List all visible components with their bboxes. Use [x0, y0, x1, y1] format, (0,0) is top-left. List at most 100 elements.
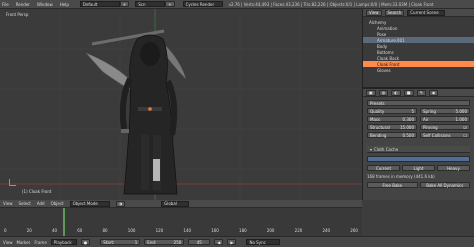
- menu-file[interactable]: File: [2, 2, 9, 7]
- footer-view[interactable]: View: [3, 240, 13, 245]
- bake-all-dynamics-button[interactable]: Bake All Dynamics: [419, 182, 470, 188]
- end-value: 250: [173, 239, 182, 245]
- pistol: [121, 129, 129, 133]
- start-frame-field[interactable]: Start: 1: [100, 239, 141, 245]
- view-label: Front Persp: [6, 12, 29, 17]
- physics-icon[interactable]: ◉: [428, 89, 439, 96]
- bending-field[interactable]: Bending 0.500: [367, 132, 417, 138]
- cache-tab-current[interactable]: Current: [367, 165, 400, 171]
- outliner-item-label: Cloak Back: [377, 55, 400, 61]
- menu-object[interactable]: Object: [51, 201, 64, 206]
- cloth-cache-title: Cloth Cache: [374, 146, 399, 152]
- cloth-cache-section[interactable]: ▾ Cloth Cache: [367, 146, 470, 153]
- pinning-toggle[interactable]: Pinning ☑: [420, 124, 470, 130]
- tick-label: 140: [183, 228, 192, 233]
- menu-view[interactable]: View: [3, 201, 13, 206]
- menu-help[interactable]: Help: [60, 2, 69, 7]
- playhead[interactable]: [63, 208, 65, 236]
- modifier-icon[interactable]: ✎: [416, 89, 426, 96]
- expand-icon: ▾: [370, 146, 373, 152]
- shading-icon[interactable]: ◑: [115, 200, 126, 207]
- mass-field[interactable]: Mass 0.300: [367, 116, 417, 122]
- spring-field[interactable]: Spring 5.000: [420, 108, 470, 114]
- object-label: (1) Cloak Front: [22, 189, 52, 194]
- checkbox-icon[interactable]: ☐: [463, 133, 467, 138]
- mass-value: 0.300: [402, 116, 414, 122]
- scene-dropdown[interactable]: Scn: [135, 1, 166, 7]
- tick-label: 220: [294, 228, 303, 233]
- tick-label: 120: [155, 228, 164, 233]
- tick-label: 200: [266, 228, 275, 233]
- structural-label: Structural: [370, 124, 390, 130]
- properties-panel: ▣ ◍ ◐ ■ ✎ ◉ Presets Quality 5 Mass 0.300…: [362, 87, 474, 200]
- tick-label: 80: [102, 228, 108, 233]
- outliner-item-label: Body: [377, 43, 388, 49]
- free-bake-button[interactable]: Free Bake: [367, 182, 418, 188]
- screen-layout-dropdown[interactable]: Default: [79, 1, 120, 7]
- tick-label: 60: [77, 228, 83, 233]
- menu-window[interactable]: Window: [37, 2, 53, 7]
- world-icon[interactable]: ◐: [391, 89, 401, 96]
- mode-dropdown[interactable]: Object Mode: [69, 200, 110, 207]
- mass-label: Mass: [370, 116, 381, 122]
- render-engine-dropdown[interactable]: Cycles Render: [182, 1, 223, 7]
- outliner-item[interactable]: Gloves: [363, 67, 474, 73]
- start-label: Start:: [103, 239, 115, 245]
- outliner-item-label: Armature.001: [377, 37, 405, 43]
- cache-mode-tabs: Current Light Heavy: [367, 165, 470, 171]
- bending-value: 0.500: [402, 132, 414, 138]
- presets-label: Presets: [370, 100, 385, 106]
- tick-label: 40: [51, 228, 58, 233]
- add-layout-button[interactable]: +: [119, 1, 130, 7]
- outliner-item-label: Alchemy: [369, 19, 387, 25]
- footer-marker[interactable]: Marker: [17, 240, 31, 245]
- play-back-icon[interactable]: ◀: [214, 239, 224, 245]
- quality-value: 5: [411, 108, 414, 114]
- playback-dropdown[interactable]: Playback: [50, 239, 77, 245]
- structural-field[interactable]: Structural 15.000: [367, 124, 417, 130]
- sync-dropdown[interactable]: No Sync: [246, 239, 281, 245]
- menu-select[interactable]: Select: [19, 201, 31, 206]
- presets-field[interactable]: Presets: [367, 100, 470, 106]
- cache-tab-light[interactable]: Light: [402, 165, 435, 171]
- orientation-dropdown[interactable]: Global: [161, 200, 190, 207]
- menu-add[interactable]: Add: [37, 201, 45, 206]
- self-collisions-toggle[interactable]: Self Collisions ☐: [420, 132, 470, 138]
- air-value: 1.000: [455, 116, 467, 122]
- tab-current-scene[interactable]: Current Scene: [407, 9, 446, 16]
- pinning-label: Pinning: [423, 124, 438, 130]
- timeline-area[interactable]: 0 20 40 60 80 100 120 140 160 180 200 22…: [0, 208, 362, 236]
- tab-view[interactable]: View: [366, 9, 382, 16]
- current-frame-field[interactable]: 45: [188, 239, 211, 245]
- tick-label: 20: [26, 228, 32, 233]
- footer-frame[interactable]: Frame: [34, 240, 46, 245]
- tick-label: 260: [350, 228, 358, 233]
- render-icon[interactable]: ▣: [366, 89, 376, 96]
- tick-label: 160: [211, 228, 219, 233]
- end-frame-field[interactable]: End: 250: [144, 239, 185, 245]
- spring-label: Spring: [423, 108, 436, 114]
- quality-field[interactable]: Quality 5: [367, 108, 417, 114]
- properties-tabs: ▣ ◍ ◐ ■ ✎ ◉: [363, 89, 474, 97]
- record-icon[interactable]: ●: [80, 239, 91, 245]
- cache-info-text: 168 frames in memory (441.6 kb): [367, 174, 435, 179]
- play-icon[interactable]: ▶: [227, 239, 237, 245]
- add-scene-button[interactable]: +: [165, 1, 175, 7]
- 3d-viewport[interactable]: Front Persp (1) Cloak Front: [0, 9, 362, 200]
- tick-label: 0: [4, 228, 7, 233]
- air-field[interactable]: Air 1.000: [420, 116, 470, 122]
- outliner-item-label: Pose: [377, 31, 387, 37]
- scene-stats: v2.76 | Verts:44,493 | Faces:43,236 | Tr…: [228, 1, 434, 7]
- outliner-item-label: Gloves: [377, 67, 391, 73]
- scene-icon[interactable]: ◍: [378, 89, 389, 96]
- object-icon[interactable]: ■: [403, 89, 414, 96]
- start-value: 1: [134, 239, 138, 245]
- menu-render[interactable]: Render: [16, 2, 30, 7]
- self-collisions-label: Self Collisions: [423, 132, 451, 138]
- checkbox-icon[interactable]: ☑: [463, 125, 467, 130]
- cache-tab-heavy[interactable]: Heavy: [437, 165, 470, 171]
- tab-search[interactable]: Search: [384, 9, 405, 16]
- tick-label: 240: [322, 228, 331, 233]
- tick-label: 100: [127, 228, 136, 233]
- end-label: End:: [147, 239, 157, 245]
